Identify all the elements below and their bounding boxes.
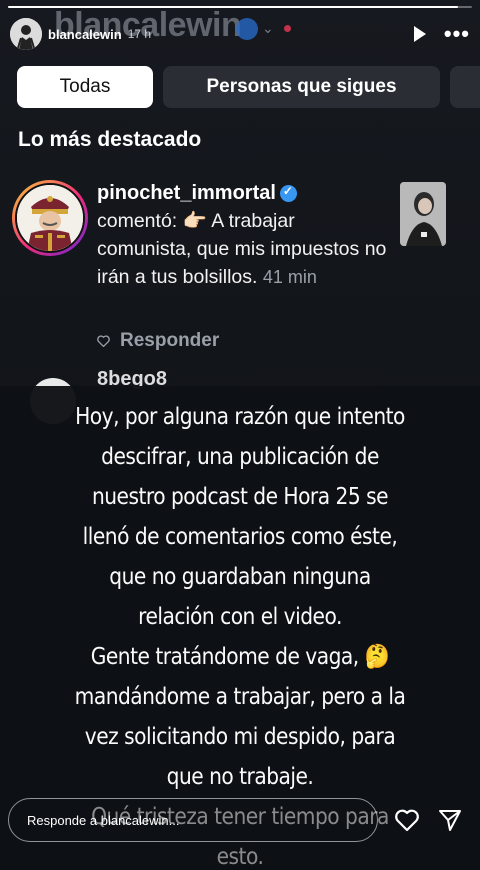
overlay-line: vez solicitando mi despido, para (84, 722, 396, 750)
like-heart-icon[interactable] (394, 808, 420, 832)
notification-text: comentó: 👉🏻 A trabajar comunista, que mi… (97, 207, 387, 291)
section-title: Lo más destacado (18, 128, 202, 151)
notification-tabs: Todas Personas que sigues (17, 66, 480, 108)
overlay-line: nuestro podcast de Hora 25 se (91, 482, 389, 510)
notification-username[interactable]: pinochet_immortal (97, 182, 276, 205)
notification-avatar[interactable] (12, 180, 88, 256)
heart-icon[interactable] (97, 335, 110, 347)
tab-todas[interactable]: Todas (17, 66, 153, 108)
story-username[interactable]: blancalewin (48, 27, 122, 42)
send-icon[interactable] (438, 808, 462, 832)
play-icon[interactable] (413, 26, 426, 42)
overlay-line: Gente tratándome de vaga, 🤔 (90, 642, 390, 670)
reply-label[interactable]: Responder (120, 330, 219, 352)
post-thumbnail-image-icon (400, 182, 446, 246)
overlay-line: que no trabaje. (166, 762, 314, 790)
overlay-line: llenó de comentarios como éste, (82, 522, 398, 550)
overlay-line: descifrar, una publicación de (101, 442, 379, 470)
overlay-line: Hoy, por alguna razón que intento (75, 402, 405, 430)
overlay-line: relación con el video. (138, 602, 342, 630)
story-viewer[interactable]: blancalewin ⌄ blancalewin 17 h ••• Todas… (0, 0, 480, 870)
story-header: blancalewin 17 h ••• (10, 16, 470, 52)
tab-next-partial[interactable] (450, 66, 480, 108)
avatar-silhouette-icon (10, 18, 42, 50)
avatar[interactable] (10, 18, 42, 50)
more-options-icon[interactable]: ••• (444, 23, 470, 45)
story-reply-bar (8, 798, 470, 842)
overlay-line: que no guardaban ninguna (109, 562, 371, 590)
overlay-line: mandándome a trabajar, pero a la (74, 682, 406, 710)
notification-time: 41 min (262, 267, 317, 287)
tab-personas-que-sigues[interactable]: Personas que sigues (163, 66, 440, 108)
reply-action[interactable]: Responder (97, 330, 219, 352)
portrait-image-icon (17, 185, 83, 251)
story-timestamp: 17 h (127, 27, 152, 41)
verified-badge-icon (279, 184, 297, 202)
post-thumbnail[interactable] (400, 182, 446, 246)
notification-comment: comentó: 👉🏻 A trabajar comunista, que mi… (97, 210, 387, 288)
reply-input[interactable] (8, 798, 378, 842)
